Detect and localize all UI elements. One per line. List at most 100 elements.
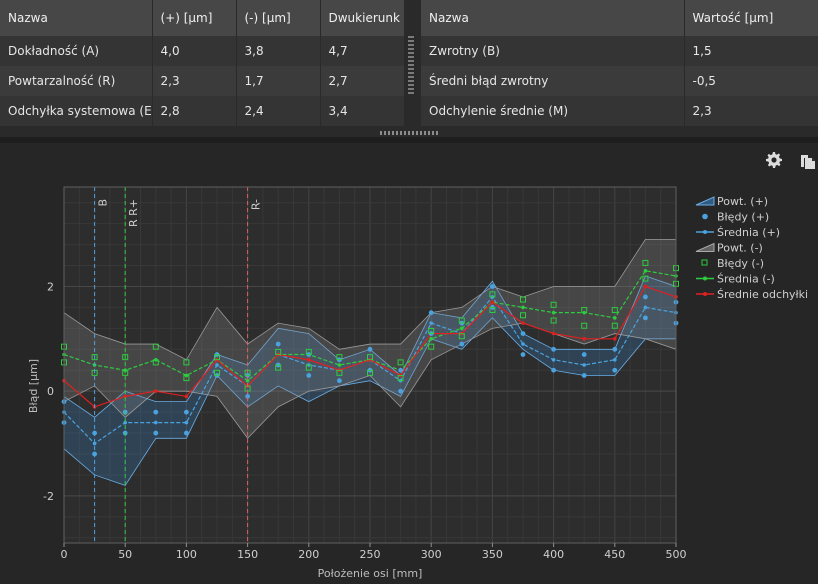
- table-cell: 4,0: [152, 36, 237, 66]
- series-point: [582, 363, 586, 367]
- table-cell: 1,5: [684, 36, 818, 66]
- series-point: [582, 337, 586, 341]
- legend-label: Błędy (+): [717, 211, 769, 224]
- error-point: [153, 409, 159, 415]
- error-point: [153, 430, 159, 436]
- series-point: [521, 305, 525, 310]
- column-header[interactable]: (-) [µm]: [236, 0, 321, 36]
- error-chart[interactable]: B R R+ R- 0 50 100 150 200 250 300 350 400 450 500 -2…: [0, 143, 818, 584]
- table-row[interactable]: Zwrotny (B) 1,5: [421, 36, 818, 66]
- table-cell: Dokładność (A): [0, 36, 153, 66]
- table-row[interactable]: Średni błąd zwrotny -0,5: [421, 66, 818, 96]
- legend-label: Błędy (-): [717, 257, 764, 270]
- error-point: [643, 294, 648, 300]
- x-tick-label: 500: [666, 548, 687, 561]
- error-point: [581, 373, 587, 378]
- marker-label: R-: [250, 199, 263, 210]
- table-cell: 2,7: [320, 66, 405, 96]
- table-cell: 2,3: [684, 96, 818, 126]
- series-point: [154, 389, 158, 393]
- legend-swatch: [703, 230, 707, 234]
- legend-swatch: [695, 196, 715, 206]
- series-point: [337, 363, 342, 367]
- table-cell: 2,8: [152, 96, 237, 126]
- series-point: [521, 342, 525, 346]
- error-point: [275, 341, 281, 347]
- x-tick-label: 350: [482, 548, 503, 561]
- backlash-table: Nazwa Wartość [µm] Zwrotny (B) 1,5 Średn…: [421, 0, 818, 126]
- series-point: [307, 357, 311, 362]
- error-point: [459, 341, 465, 347]
- results-panel: Nazwa (+) [µm] (-) [µm] Dwukierunk Dokła…: [0, 0, 818, 137]
- error-point: [581, 352, 587, 357]
- column-header[interactable]: Nazwa: [0, 0, 153, 36]
- x-tick-label: 0: [61, 548, 68, 561]
- error-point: [398, 367, 403, 373]
- column-header[interactable]: Dwukierunk: [320, 0, 405, 36]
- series-point: [613, 316, 617, 320]
- error-point: [428, 310, 434, 316]
- legend-item[interactable]: Błędy (+): [702, 211, 769, 224]
- error-point: [520, 331, 526, 336]
- table-cell: 3,8: [236, 36, 321, 66]
- legend-item[interactable]: Średnia (+): [696, 226, 780, 239]
- series-point: [184, 420, 189, 425]
- x-tick-label: 150: [237, 548, 258, 561]
- table-cell: 4,7: [320, 36, 405, 66]
- horizontal-splitter[interactable]: [380, 131, 440, 135]
- legend-label: Powt. (-): [717, 242, 763, 255]
- table-cell: 2,3: [152, 66, 237, 96]
- table-cell: 3,4: [320, 96, 405, 126]
- table-row[interactable]: Odchylenie średnie (M) 2,3: [421, 96, 818, 126]
- column-header[interactable]: Wartość [µm]: [684, 0, 818, 36]
- x-tick-label: 250: [360, 548, 381, 561]
- series-point: [613, 357, 617, 362]
- error-point: [551, 346, 556, 352]
- legend-swatch: [702, 213, 708, 220]
- legend-item[interactable]: Błędy (-): [701, 257, 764, 270]
- error-point: [551, 367, 556, 373]
- y-axis-label: Błąd [µm]: [27, 359, 40, 413]
- series-point: [521, 321, 525, 325]
- table-cell: 2,4: [236, 96, 321, 126]
- y-tick-label: 0: [47, 385, 54, 398]
- series-point: [215, 363, 219, 367]
- legend-item[interactable]: Średnie odchyłki: [696, 288, 808, 301]
- series-point: [490, 300, 495, 304]
- series-point: [551, 331, 556, 336]
- legend-swatch: [695, 242, 715, 252]
- legend-swatch: [703, 292, 707, 296]
- legend-label: Średnia (-): [717, 273, 775, 286]
- error-point: [184, 430, 189, 436]
- vertical-splitter[interactable]: [408, 36, 414, 96]
- x-tick-label: 50: [118, 548, 132, 561]
- series-point: [184, 394, 189, 399]
- series-point: [154, 420, 158, 425]
- table-row[interactable]: Powtarzalność (R) 2,3 1,7 2,7: [0, 66, 405, 96]
- x-axis-label: Położenie osi [mm]: [318, 567, 423, 580]
- legend-label: Średnia (+): [717, 226, 780, 239]
- legend-swatch: [701, 259, 708, 266]
- legend-item[interactable]: Powt. (+): [695, 195, 768, 208]
- series-point: [643, 284, 648, 289]
- error-point: [367, 346, 373, 352]
- series-point: [551, 357, 556, 362]
- column-header[interactable]: Nazwa: [421, 0, 685, 36]
- table-cell: Odchylenie średnie (M): [421, 96, 685, 126]
- error-point: [490, 284, 495, 289]
- column-header[interactable]: (+) [µm]: [152, 0, 237, 36]
- error-point: [520, 352, 526, 357]
- series-point: [551, 310, 556, 315]
- legend-label: Powt. (+): [717, 195, 768, 208]
- legend-item[interactable]: Średnia (-): [696, 273, 775, 286]
- series-point: [643, 268, 648, 273]
- x-tick-label: 450: [604, 548, 625, 561]
- error-point: [643, 315, 648, 321]
- legend-item[interactable]: Powt. (-): [695, 242, 763, 255]
- table-cell: -0,5: [684, 66, 818, 96]
- table-cell: Średni błąd zwrotny: [421, 66, 685, 96]
- error-point: [612, 367, 618, 373]
- table-cell: Odchyłka systemowa (E: [0, 96, 153, 126]
- table-row[interactable]: Dokładność (A) 4,0 3,8 4,7: [0, 36, 405, 66]
- table-row[interactable]: Odchyłka systemowa (E 2,8 2,4 3,4: [0, 96, 405, 126]
